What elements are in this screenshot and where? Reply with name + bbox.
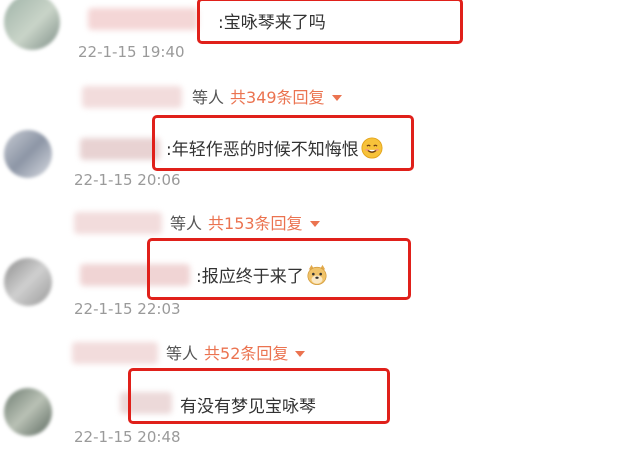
username-redacted[interactable] [80, 138, 160, 160]
replier-redacted [74, 212, 162, 234]
comment-body: :年轻作恶的时候不知悔恨 [166, 140, 359, 160]
comment-text: :宝咏琴来了吗 [218, 8, 326, 33]
doge-emoji-icon [307, 264, 327, 285]
username-redacted[interactable] [120, 392, 172, 414]
username-redacted[interactable] [80, 264, 190, 286]
avatar[interactable] [4, 258, 52, 306]
reply-people-label: 等人 [192, 88, 225, 107]
reply-people-label: 等人 [170, 214, 203, 233]
replier-redacted [72, 342, 158, 364]
comment-body: :报应终于来了 [196, 267, 304, 287]
reply-count-link[interactable]: 共52条回复 [204, 340, 288, 364]
comment-body: 有没有梦见宝咏琴 [180, 397, 316, 417]
avatar[interactable] [4, 388, 52, 436]
reply-people-label: 等人 [166, 344, 199, 363]
reply-summary: 等人 共153条回复 [170, 210, 320, 234]
chevron-down-icon[interactable] [295, 350, 306, 357]
reply-count-link[interactable]: 共349条回复 [230, 84, 325, 108]
avatar[interactable] [4, 0, 60, 50]
reply-summary: 等人 共52条回复 [166, 340, 306, 364]
smile-emoji-icon [361, 136, 383, 159]
chevron-down-icon[interactable] [331, 94, 342, 101]
comment-text: 有没有梦见宝咏琴 [180, 392, 316, 417]
reply-summary: 等人 共349条回复 [192, 84, 342, 108]
timestamp: 22-1-15 20:06 [74, 171, 181, 189]
comment-text: :报应终于来了 [196, 262, 328, 287]
comment-text: :年轻作恶的时候不知悔恨 [166, 135, 383, 160]
reply-count-link[interactable]: 共153条回复 [208, 210, 303, 234]
chevron-down-icon[interactable] [309, 220, 320, 227]
replier-redacted [82, 86, 182, 108]
username-redacted[interactable] [88, 8, 198, 30]
timestamp: 22-1-15 19:40 [78, 43, 185, 61]
timestamp: 22-1-15 20:48 [74, 428, 181, 446]
timestamp: 22-1-15 22:03 [74, 300, 181, 318]
avatar[interactable] [4, 130, 52, 178]
comment-body: :宝咏琴来了吗 [218, 13, 326, 33]
